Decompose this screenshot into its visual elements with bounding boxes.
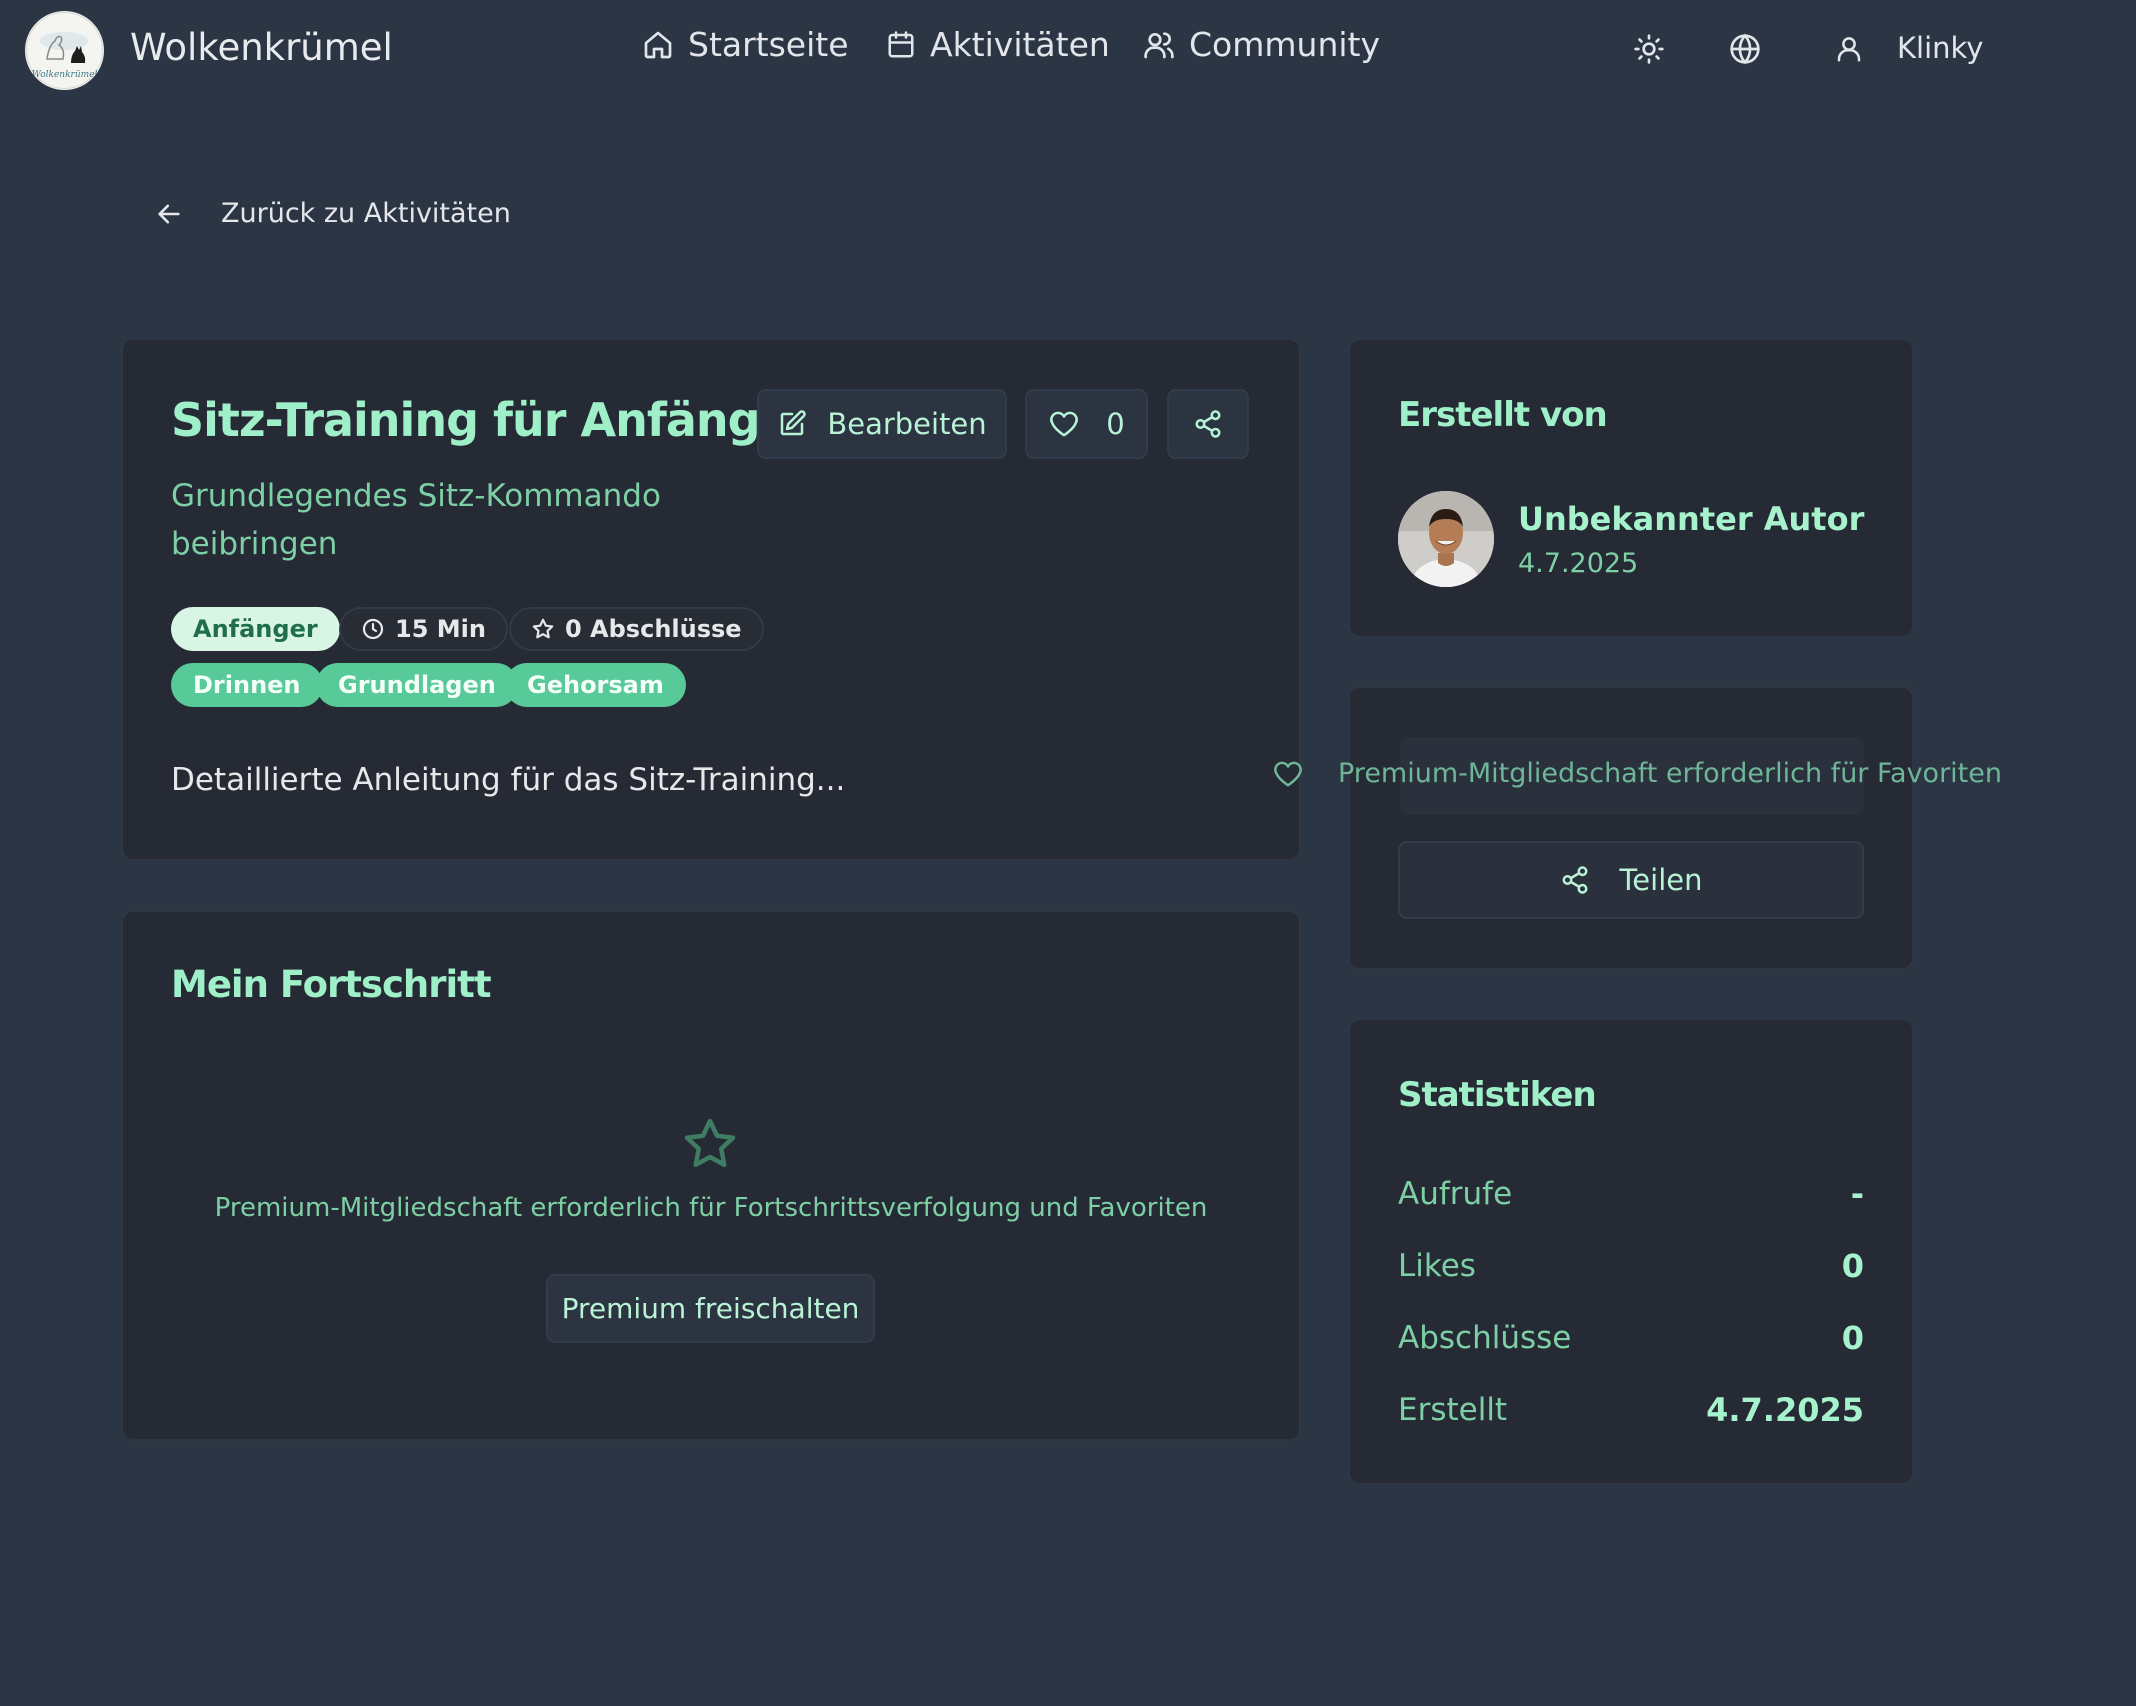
nav-label: Startseite: [688, 25, 849, 64]
actions-card: [1348, 686, 1914, 970]
share-button[interactable]: Teilen: [1398, 841, 1864, 919]
like-button[interactable]: 0: [1025, 389, 1148, 459]
users-icon: [1143, 29, 1175, 61]
calendar-icon: [886, 29, 916, 61]
premium-required-message: Premium-Mitgliedschaft erforderlich für …: [214, 1193, 1208, 1223]
brand-logo[interactable]: Wolkenkrümel: [25, 11, 104, 90]
activity-description: Detaillierte Anleitung für das Sitz-Trai…: [171, 762, 846, 798]
activity-title: Sitz-Training für Anfänger: [171, 393, 812, 447]
unlock-premium-button[interactable]: Premium freischalten: [546, 1274, 875, 1343]
like-count: 0: [1106, 407, 1125, 441]
brand-name[interactable]: Wolkenkrümel: [130, 26, 393, 69]
clock-icon: [361, 617, 385, 641]
stat-row-completions: Abschlüsse 0: [1398, 1319, 1864, 1357]
level-badge: Anfänger: [171, 607, 340, 651]
tag-badge: Gehorsam: [505, 663, 686, 707]
nav-aktivitaeten[interactable]: Aktivitäten: [886, 25, 1110, 64]
stat-label: Erstellt: [1398, 1392, 1508, 1428]
stat-value: 4.7.2025: [1706, 1391, 1864, 1429]
arrow-left-icon: [155, 200, 183, 228]
stat-label: Aufrufe: [1398, 1176, 1513, 1212]
completions-badge: 0 Abschlüsse: [509, 607, 764, 651]
top-navigation-bar: Wolkenkrümel Wolkenkrümel Startseite Akt…: [0, 0, 2136, 102]
completions-text: 0 Abschlüsse: [565, 615, 742, 643]
stat-label: Abschlüsse: [1398, 1320, 1572, 1356]
edit-button[interactable]: Bearbeiten: [757, 389, 1007, 459]
share-icon: [1560, 865, 1590, 895]
author-name[interactable]: Unbekannter Autor: [1518, 500, 1864, 538]
nav-label: Aktivitäten: [930, 25, 1110, 64]
stat-row-created: Erstellt 4.7.2025: [1398, 1391, 1864, 1429]
stat-value: -: [1850, 1175, 1864, 1213]
author-avatar[interactable]: [1398, 491, 1494, 587]
activity-subtitle: Grundlegendes Sitz-Kommando beibringen: [171, 478, 661, 562]
stat-value: 0: [1841, 1319, 1864, 1357]
edit-pencil-icon: [777, 409, 807, 439]
author-date: 4.7.2025: [1518, 548, 1639, 579]
user-icon[interactable]: [1834, 33, 1864, 65]
duration-text: 15 Min: [395, 615, 486, 643]
nav-startseite[interactable]: Startseite: [642, 25, 849, 64]
stat-value: 0: [1841, 1247, 1864, 1285]
tag-badge: Drinnen: [171, 663, 323, 707]
statistics-title: Statistiken: [1398, 1075, 1597, 1115]
tag-badge: Grundlagen: [316, 663, 518, 707]
dog-cat-logo-icon: Wolkenkrümel: [26, 12, 103, 89]
favorite-premium-notice: Premium-Mitgliedschaft erforderlich für …: [1272, 758, 2002, 789]
nav-community[interactable]: Community: [1143, 25, 1380, 64]
stat-label: Likes: [1398, 1248, 1476, 1284]
share-button-label: Teilen: [1619, 863, 1703, 897]
star-icon: [531, 617, 555, 641]
author-card-title: Erstellt von: [1398, 395, 1608, 435]
stat-row-likes: Likes 0: [1398, 1247, 1864, 1285]
theme-toggle-sun-icon[interactable]: [1633, 33, 1665, 65]
progress-title: Mein Fortschritt: [171, 963, 492, 1006]
back-to-activities-link[interactable]: Zurück zu Aktivitäten: [155, 198, 511, 229]
edit-button-label: Bearbeiten: [827, 407, 987, 441]
favorite-premium-text: Premium-Mitgliedschaft erforderlich für …: [1338, 758, 2002, 789]
back-link-label: Zurück zu Aktivitäten: [221, 198, 511, 229]
author-portrait-icon: [1398, 491, 1494, 587]
language-globe-icon[interactable]: [1729, 33, 1761, 65]
stat-row-views: Aufrufe -: [1398, 1175, 1864, 1213]
share-icon: [1193, 409, 1223, 439]
nav-label: Community: [1189, 25, 1380, 64]
share-icon-button[interactable]: [1167, 389, 1249, 459]
user-menu-name[interactable]: Klinky: [1897, 31, 1983, 65]
author-card: [1348, 338, 1914, 638]
home-icon: [642, 29, 674, 61]
star-outline-icon: [679, 1114, 741, 1174]
heart-icon: [1048, 409, 1080, 439]
duration-badge: 15 Min: [339, 607, 508, 651]
heart-icon: [1272, 759, 1304, 789]
svg-text:Wolkenkrümel: Wolkenkrümel: [32, 70, 98, 80]
